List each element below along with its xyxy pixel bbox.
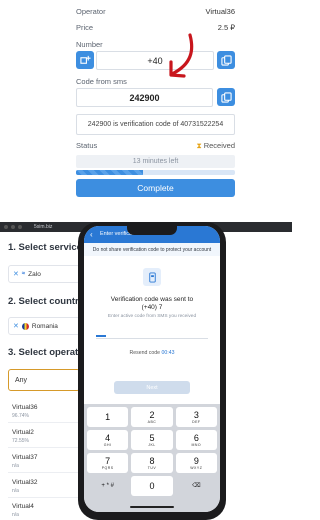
operator-item[interactable]: Virtual32 n/a bbox=[12, 479, 38, 494]
operator-value: Virtual36 bbox=[205, 7, 235, 16]
section-country-title: 2. Select country bbox=[8, 296, 85, 307]
remove-icon[interactable]: ✕ bbox=[13, 270, 19, 278]
time-left: 13 minutes left bbox=[76, 155, 235, 168]
code-sent-message: Verification code was sent to (+40) 7 bbox=[84, 296, 220, 312]
code-sent-line2: (+40) 7 bbox=[141, 304, 163, 311]
numeric-keypad: 1 2 ABC 3 DEF 4 GHI 5 JKL 6 MNO 7 PQRS 8 TUV 9 WXYZ + * #… bbox=[84, 404, 220, 512]
copy-code-button[interactable] bbox=[217, 88, 235, 106]
code-value: 242900 bbox=[129, 92, 160, 103]
home-indicator bbox=[130, 506, 174, 508]
keypad-key[interactable]: 8 TUV bbox=[131, 453, 173, 473]
copy-icon bbox=[220, 54, 232, 66]
keypad-key[interactable]: 1 bbox=[87, 407, 129, 427]
browser-url[interactable]: 5sim.biz bbox=[34, 224, 52, 230]
operator-any-option[interactable]: Any bbox=[8, 369, 80, 391]
operator-label: Operator bbox=[76, 7, 106, 16]
country-chip[interactable]: ✕ Romania bbox=[8, 317, 80, 335]
browser-window: 5sim.biz 1. Select service ✕ ≈ Zalo 2. S… bbox=[0, 222, 292, 520]
complete-button[interactable]: Complete bbox=[76, 179, 235, 197]
keypad-key[interactable]: 0 bbox=[131, 476, 173, 496]
keypad-key[interactable]: 7 PQRS bbox=[87, 453, 129, 473]
resend-code[interactable]: Resend code 00:43 bbox=[84, 350, 220, 356]
code-sent-line1: Verification code was sent to bbox=[110, 296, 194, 303]
romania-flag-icon bbox=[21, 322, 29, 330]
time-progress-fill bbox=[76, 170, 143, 175]
next-button[interactable]: Next bbox=[114, 381, 190, 394]
plus-copy-icon bbox=[79, 55, 91, 64]
keypad-key[interactable]: 5 JKL bbox=[131, 430, 173, 450]
status-label: Status bbox=[76, 141, 98, 150]
security-warning: Do not share verification code to protec… bbox=[84, 243, 220, 256]
copy-icon bbox=[220, 91, 232, 103]
time-progress-bar bbox=[76, 170, 235, 175]
price-value: 2.5 ₽ bbox=[217, 23, 235, 32]
operator-item[interactable]: Virtual2 72.55% bbox=[12, 429, 34, 444]
keypad-key[interactable]: 6 MNO bbox=[175, 430, 217, 450]
phone-device: ‹ Enter verification code Do not share v… bbox=[78, 222, 226, 520]
phone-message-icon bbox=[143, 268, 161, 286]
service-chip-label: Zalo bbox=[28, 270, 41, 278]
phone-screen: ‹ Enter verification code Do not share v… bbox=[84, 226, 220, 512]
red-arrow-annotation bbox=[169, 33, 194, 78]
operator-item[interactable]: Virtual36 96.74% bbox=[12, 404, 38, 419]
price-label: Price bbox=[76, 23, 94, 32]
order-panel: Operator Virtual36 Price 2.5 ₽ Number +4… bbox=[0, 0, 292, 222]
code-hint: Enter active code from SMS you received bbox=[107, 314, 197, 319]
price-row: Price 2.5 ₽ bbox=[76, 23, 235, 32]
keypad-key[interactable]: + * # bbox=[87, 476, 128, 496]
sms-text: 242900 is verification code of 407315222… bbox=[87, 121, 224, 128]
operator-item[interactable]: Virtual4 n/a bbox=[12, 503, 34, 518]
resend-label: Resend code bbox=[129, 350, 161, 356]
section-operator-title: 3. Select operator bbox=[8, 347, 88, 358]
renew-number-button[interactable] bbox=[76, 51, 94, 69]
resend-timer: 00:43 bbox=[161, 350, 175, 356]
country-chip-label: Romania bbox=[31, 322, 58, 330]
operator-row: Operator Virtual36 bbox=[76, 7, 235, 16]
hourglass-icon: ⧗ bbox=[196, 141, 202, 150]
keypad-key[interactable]: 4 GHI bbox=[87, 430, 129, 450]
remove-icon[interactable]: ✕ bbox=[13, 322, 19, 330]
service-chip[interactable]: ✕ ≈ Zalo bbox=[8, 265, 80, 283]
status-row: Status ⧗ Received bbox=[76, 141, 235, 151]
phone-notch bbox=[127, 226, 177, 235]
code-input[interactable] bbox=[96, 335, 208, 339]
operator-item[interactable]: Virtual37 n/a bbox=[12, 454, 38, 469]
section-service-title: 1. Select service bbox=[8, 242, 82, 253]
zalo-logo-icon: ≈ bbox=[21, 271, 26, 277]
keypad-key[interactable]: 2 ABC bbox=[131, 407, 173, 427]
copy-number-button[interactable] bbox=[217, 51, 235, 69]
status-value: Received bbox=[203, 141, 235, 150]
sms-text-box: 242900 is verification code of 407315222… bbox=[76, 114, 235, 135]
backspace-key[interactable]: ⌫ bbox=[176, 476, 217, 496]
keypad-key[interactable]: 9 WXYZ bbox=[175, 453, 217, 473]
number-label: Number bbox=[76, 40, 103, 49]
code-field[interactable]: 242900 bbox=[76, 88, 213, 107]
code-label: Code from sms bbox=[76, 77, 127, 86]
back-arrow-icon[interactable]: ‹ bbox=[90, 230, 93, 239]
keypad-key[interactable]: 3 DEF bbox=[175, 407, 217, 427]
